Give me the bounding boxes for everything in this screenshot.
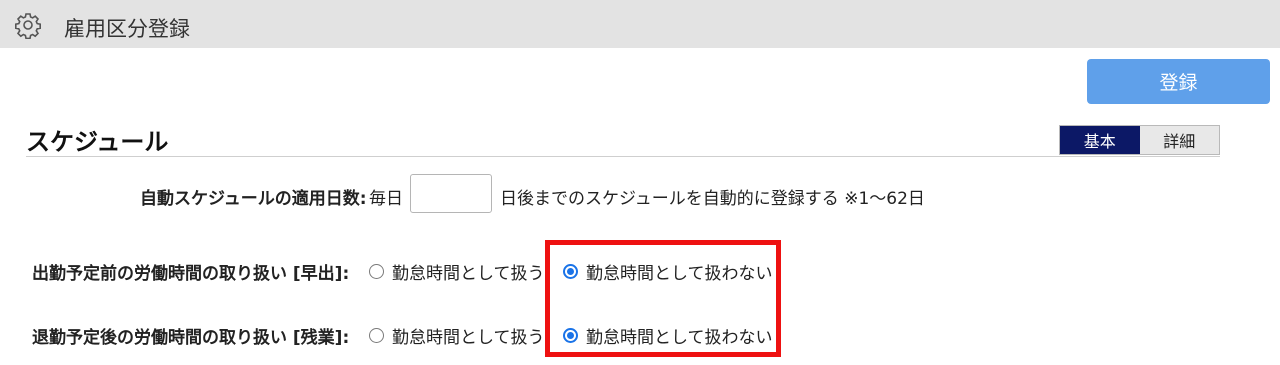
section-divider: [26, 156, 1220, 157]
page-title: 雇用区分登録: [64, 17, 190, 41]
auto-schedule-label: 自動スケジュールの適用日数:: [140, 189, 367, 209]
auto-schedule-prefix: 毎日: [369, 189, 403, 209]
gear-icon[interactable]: [14, 11, 42, 39]
early-work-treat-label: 勤怠時間として扱う: [392, 264, 545, 284]
overtime-label: 退勤予定後の労働時間の取り扱い [残業]:: [32, 328, 350, 348]
title-bar: 雇用区分登録: [0, 0, 1280, 48]
toggle-basic[interactable]: 基本: [1060, 126, 1140, 154]
register-button[interactable]: 登録: [1087, 59, 1270, 104]
highlight-box: [545, 240, 781, 357]
toggle-detail[interactable]: 詳細: [1139, 126, 1219, 154]
auto-schedule-days-input[interactable]: [410, 174, 492, 213]
early-work-treat-radio[interactable]: 勤怠時間として扱う: [369, 259, 545, 284]
overtime-treat-label: 勤怠時間として扱う: [392, 328, 545, 348]
section-title: スケジュール: [26, 128, 169, 156]
auto-schedule-suffix: 日後までのスケジュールを自動的に登録する ※1～62日: [500, 189, 925, 209]
early-work-label: 出勤予定前の労働時間の取り扱い [早出]:: [32, 264, 350, 284]
radio-unchecked-icon: [369, 264, 384, 279]
view-toggle: 基本 詳細: [1059, 125, 1220, 155]
radio-unchecked-icon: [369, 328, 384, 343]
overtime-treat-radio[interactable]: 勤怠時間として扱う: [369, 323, 545, 348]
